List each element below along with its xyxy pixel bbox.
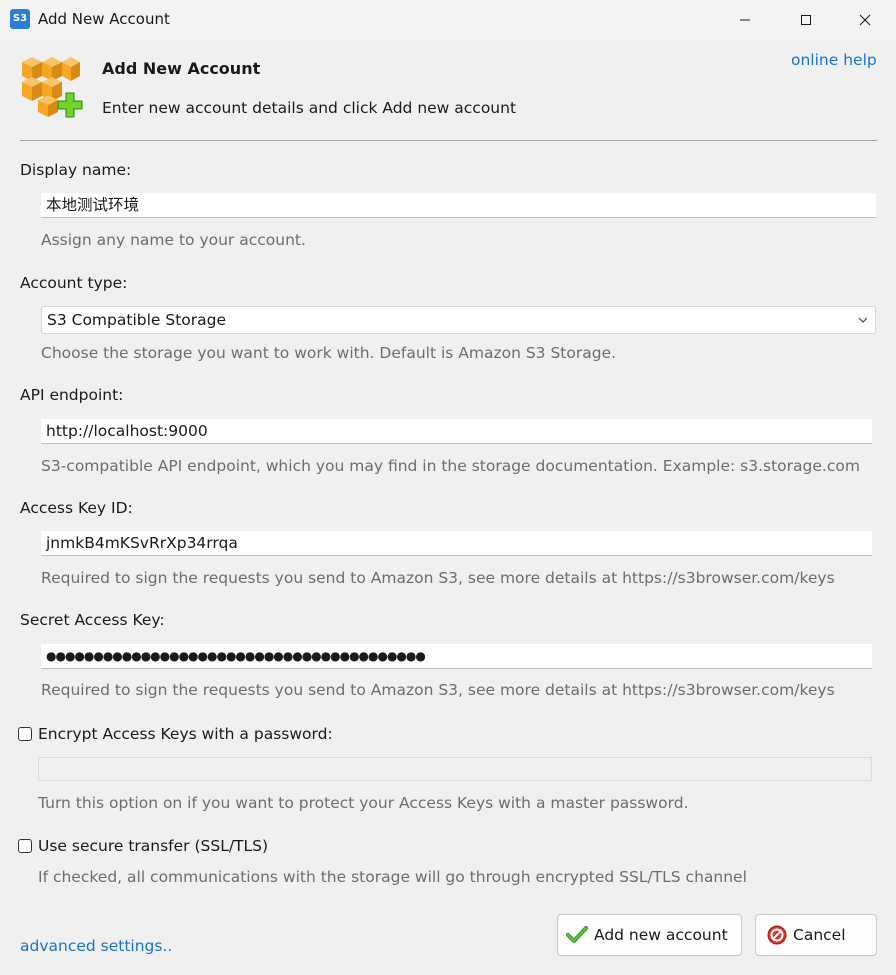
secret-key-input[interactable]: ●●●●●●●●●●●●●●●●●●●●●●●●●●●●●●●●●●●●●●●● (41, 644, 872, 669)
master-password-input[interactable] (38, 757, 872, 781)
secure-transfer-checkbox[interactable] (18, 839, 32, 853)
close-icon (859, 14, 871, 26)
add-new-account-button[interactable]: Add new account (557, 914, 742, 956)
display-name-hint: Assign any name to your account. (41, 231, 306, 249)
display-name-label: Display name: (20, 161, 132, 179)
cancel-icon (767, 925, 787, 945)
secure-transfer-hint: If checked, all communications with the … (38, 868, 747, 886)
chevron-down-icon (858, 317, 868, 323)
api-endpoint-hint: S3-compatible API endpoint, which you ma… (41, 457, 860, 475)
amazon-boxes-add-icon (22, 57, 83, 118)
dialog-content: Add New Account Enter new account detail… (0, 40, 896, 975)
display-name-input[interactable]: 本地测试环境 (41, 193, 876, 218)
add-new-account-label: Add new account (594, 926, 728, 944)
secret-key-label: Secret Access Key: (20, 611, 165, 629)
header-subtitle: Enter new account details and click Add … (102, 99, 517, 117)
api-endpoint-label: API endpoint: (20, 386, 124, 404)
account-type-select[interactable]: S3 Compatible Storage (41, 306, 876, 334)
advanced-settings-link[interactable]: advanced settings.. (20, 937, 172, 955)
cancel-label: Cancel (793, 926, 846, 944)
header-divider (20, 140, 877, 141)
header-title: Add New Account (102, 59, 261, 78)
secret-key-hint: Required to sign the requests you send t… (41, 681, 835, 699)
maximize-icon (801, 15, 811, 25)
access-key-input[interactable]: jnmkB4mKSvRrXp34rrqa (41, 531, 872, 556)
online-help-link[interactable]: online help (791, 51, 877, 69)
encrypt-label[interactable]: Encrypt Access Keys with a password: (38, 725, 333, 743)
maximize-button[interactable] (777, 0, 835, 40)
encrypt-checkbox[interactable] (18, 727, 32, 741)
window-title: Add New Account (38, 10, 170, 28)
close-button[interactable] (836, 0, 894, 40)
api-endpoint-input[interactable]: http://localhost:9000 (41, 419, 872, 444)
account-type-label: Account type: (20, 274, 128, 292)
minimize-icon (740, 19, 750, 21)
account-type-value: S3 Compatible Storage (47, 311, 227, 329)
encrypt-hint: Turn this option on if you want to prote… (38, 794, 689, 812)
checkmark-icon (566, 926, 588, 944)
access-key-hint: Required to sign the requests you send t… (41, 569, 835, 587)
access-key-label: Access Key ID: (20, 499, 133, 517)
secure-transfer-label[interactable]: Use secure transfer (SSL/TLS) (38, 837, 268, 855)
title-bar: S3 Add New Account (0, 0, 896, 40)
cancel-button[interactable]: Cancel (755, 914, 877, 956)
account-type-hint: Choose the storage you want to work with… (41, 344, 617, 362)
minimize-button[interactable] (716, 0, 774, 40)
app-s3-icon: S3 (10, 9, 30, 29)
